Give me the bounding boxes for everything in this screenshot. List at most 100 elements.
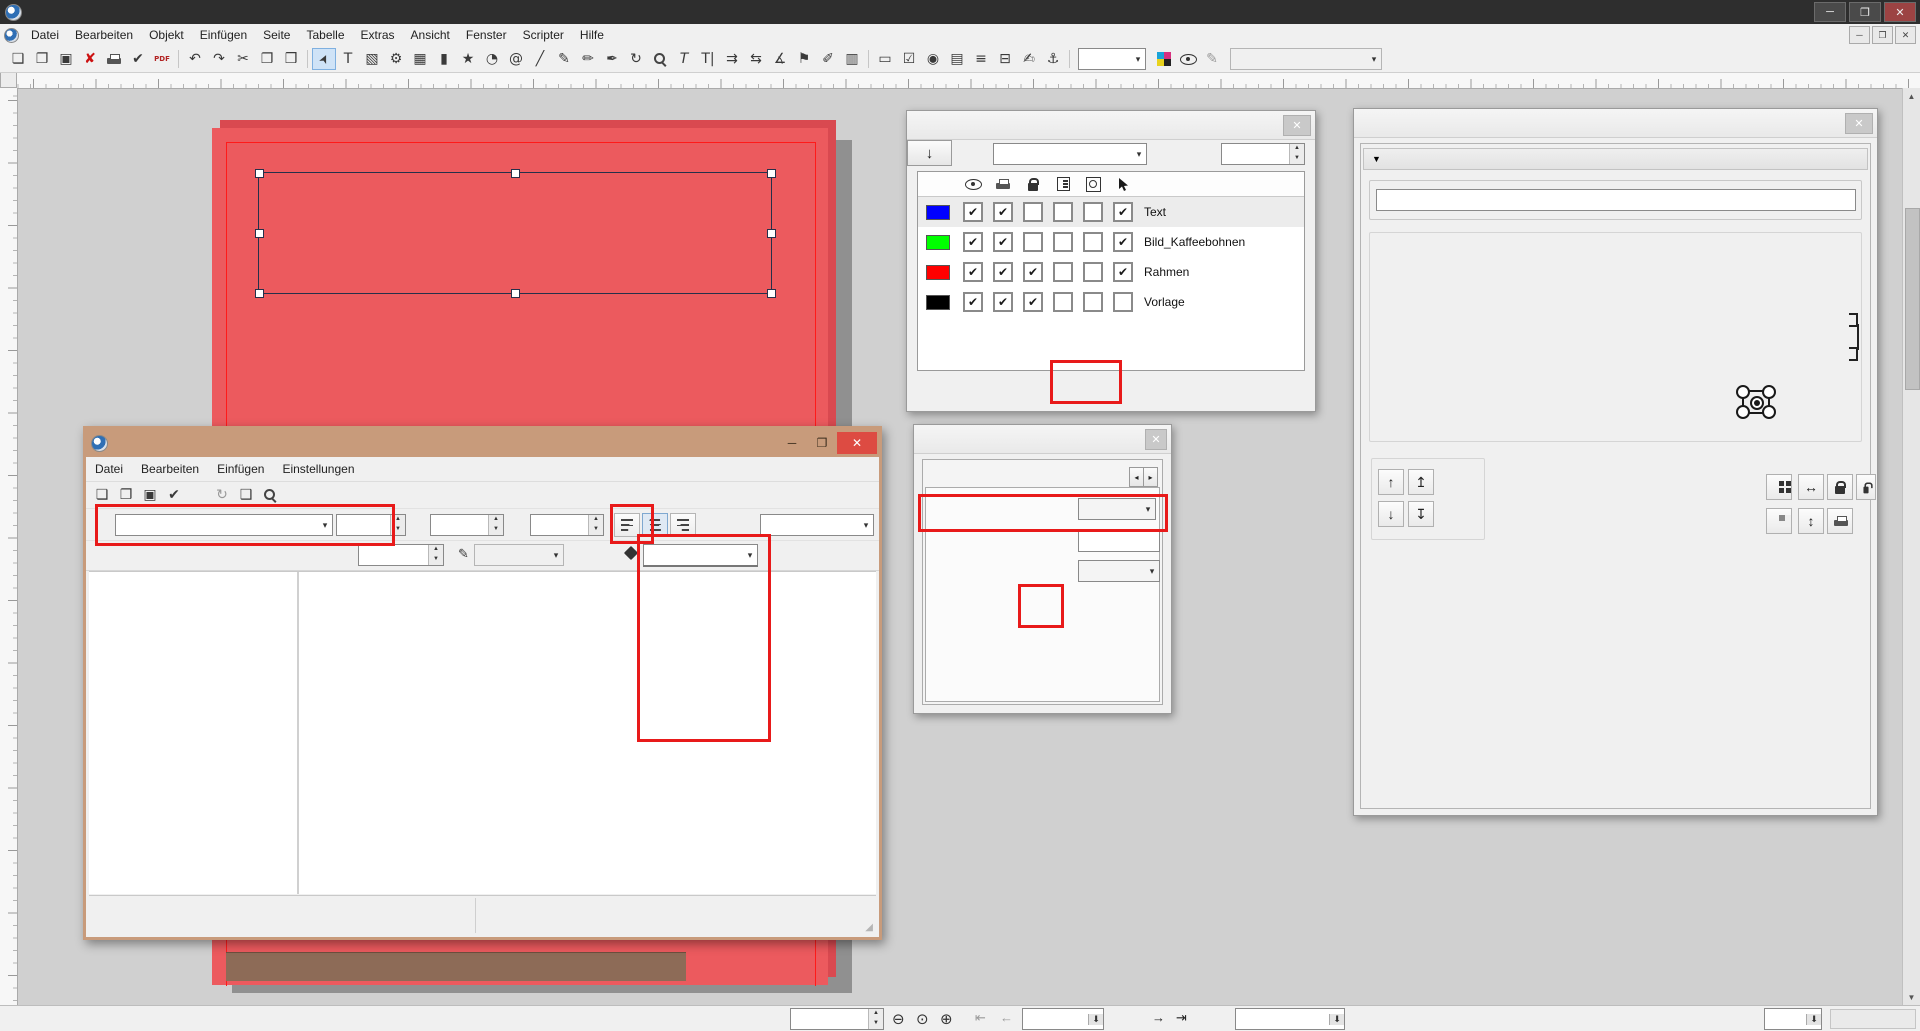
frame-handle[interactable] — [767, 169, 776, 178]
layer-textflow-checkbox[interactable] — [1053, 262, 1073, 282]
frame-handle[interactable] — [511, 289, 520, 298]
menu-item[interactable]: Fenster — [458, 26, 515, 44]
save-to-file-icon[interactable]: ▣ — [138, 484, 162, 506]
basepoint-bottomleft[interactable] — [1736, 405, 1750, 419]
spinner-arrows-icon[interactable]: ▲▼ — [428, 545, 443, 565]
scroll-down-icon[interactable]: ▼ — [1903, 989, 1920, 1005]
undo-icon[interactable]: ↶ — [183, 48, 207, 70]
search-replace-icon[interactable] — [258, 484, 282, 506]
last-page-icon[interactable]: ⇥ — [1176, 1010, 1187, 1026]
spinner-arrows-icon[interactable]: ▲▼ — [868, 1009, 883, 1029]
spinner-arrows-icon[interactable]: ▲▼ — [488, 515, 503, 535]
layer-row[interactable]: Vorlage — [918, 287, 1304, 317]
app-menu-icon[interactable] — [4, 28, 19, 43]
lock-object-button[interactable] — [1827, 474, 1853, 500]
layer-print-checkbox[interactable] — [993, 292, 1013, 312]
layers-table[interactable]: Text Bild_Kaffeebohnen — [917, 171, 1305, 371]
copy-icon[interactable]: ❐ — [255, 48, 279, 70]
basepoint-topleft[interactable] — [1736, 385, 1750, 399]
story-menu-item[interactable]: Datei — [86, 460, 132, 478]
blend-mode-select[interactable]: ▾ — [993, 143, 1147, 165]
close-icon[interactable]: ✕ — [1845, 113, 1873, 134]
insert-calligraphic-tool[interactable]: ✒ — [600, 48, 624, 70]
pdf-push-button-tool[interactable]: ▭ — [873, 48, 897, 70]
menu-item[interactable]: Hilfe — [572, 26, 612, 44]
group-objects-button[interactable] — [1766, 474, 1792, 500]
insert-text-frame-tool[interactable]: T — [336, 48, 360, 70]
menu-item[interactable]: Datei — [23, 26, 67, 44]
xyz-section-header[interactable]: ▼ — [1363, 148, 1868, 170]
layer-lock-checkbox[interactable] — [1023, 262, 1043, 282]
lower-layer-button[interactable]: ↓ — [907, 140, 952, 166]
frame-handle[interactable] — [767, 229, 776, 238]
lock-size-button[interactable] — [1856, 474, 1876, 500]
canvas-vertical-scrollbar[interactable]: ▲ ▼ — [1902, 88, 1920, 1005]
story-minimize-button[interactable]: ─ — [777, 432, 807, 454]
layers-dialog-titlebar[interactable]: ✕ — [907, 111, 1315, 140]
zoom-out-icon[interactable]: ⊖ — [892, 1010, 905, 1028]
edit-in-preview-toggle[interactable]: ✎ — [1200, 48, 1224, 70]
insert-arc-tool[interactable]: ◔ — [480, 48, 504, 70]
pdf-combo-box-tool[interactable]: ⊟ — [993, 48, 1017, 70]
update-text-frame-icon[interactable]: ❑ — [234, 484, 258, 506]
menu-item[interactable]: Tabelle — [298, 26, 352, 44]
scroll-up-icon[interactable]: ▲ — [1903, 88, 1920, 104]
frame-handle[interactable] — [511, 169, 520, 178]
ungroup-objects-button[interactable] — [1766, 508, 1792, 534]
select-item-tool[interactable]: ➤ — [312, 48, 336, 70]
mdi-close-button[interactable]: ✕ — [1895, 26, 1916, 44]
close-icon[interactable]: ✕ — [1145, 429, 1167, 450]
layer-select-checkbox[interactable] — [1113, 232, 1133, 252]
basepoint-selector[interactable] — [1736, 385, 1776, 419]
clear-all-text-icon[interactable]: ❏ — [90, 484, 114, 506]
layer-lock-checkbox[interactable] — [1023, 292, 1043, 312]
horizontal-ruler[interactable] — [17, 72, 1920, 89]
zoom-in-icon[interactable]: ⊕ — [940, 1010, 953, 1028]
first-page-icon[interactable]: ⇤ — [975, 1010, 986, 1026]
frame-handle[interactable] — [767, 289, 776, 298]
menu-item[interactable]: Ansicht — [403, 26, 458, 44]
layer-outline-checkbox[interactable] — [1083, 262, 1103, 282]
story-close-button[interactable]: ✕ — [837, 432, 877, 454]
edit-text-story-editor-tool[interactable]: T| — [696, 48, 720, 70]
raise-to-top-button[interactable]: ↥ — [1408, 469, 1434, 495]
preflight-verifier-icon[interactable]: ✔ — [126, 48, 150, 70]
selected-text-frame[interactable] — [258, 172, 772, 294]
story-menu-item[interactable]: Einstellungen — [273, 460, 363, 478]
layer-outline-checkbox[interactable] — [1083, 202, 1103, 222]
layer-name[interactable]: Rahmen — [1138, 265, 1189, 279]
pdf-link-tool[interactable]: ⚓ — [1041, 48, 1065, 70]
flip-horizontal-button[interactable]: ↔ — [1798, 474, 1824, 500]
frame-handle[interactable] — [255, 229, 264, 238]
layer-blend-mode-select[interactable]: ▾ — [1078, 48, 1146, 70]
update-text-frame-and-exit-icon[interactable]: ✔ — [162, 484, 186, 506]
tracking-spinner[interactable]: ▲▼ — [358, 544, 444, 566]
copy-item-properties-tool[interactable]: ⚑ — [792, 48, 816, 70]
opacity-spinner[interactable]: ▲▼ — [1221, 143, 1305, 165]
layer-textflow-checkbox[interactable] — [1053, 202, 1073, 222]
font-size-spinner[interactable]: ▲▼ — [336, 514, 406, 536]
insert-line-tool[interactable]: ╱ — [528, 48, 552, 70]
tab-scroll-left-icon[interactable]: ◂ — [1129, 467, 1144, 487]
close-icon[interactable]: ✕ — [1283, 115, 1311, 136]
layer-select-checkbox[interactable] — [1113, 202, 1133, 222]
previous-page-icon[interactable]: ← — [1000, 1010, 1013, 1025]
zoom-level-spinner[interactable]: ▲▼ — [790, 1008, 884, 1030]
exit-without-updating-icon[interactable] — [186, 484, 210, 506]
layer-name[interactable]: Text — [1138, 205, 1166, 219]
insert-freehand-tool[interactable]: ✏ — [576, 48, 600, 70]
mdi-minimize-button[interactable]: ─ — [1849, 26, 1870, 44]
vertical-scaling-spinner[interactable]: ▲▼ — [530, 514, 604, 536]
properties-titlebar[interactable]: ✕ — [1354, 109, 1877, 138]
layer-visible-checkbox[interactable] — [963, 262, 983, 282]
load-from-file-icon[interactable]: ❐ — [114, 484, 138, 506]
vision-defect-select[interactable]: ▾ — [1230, 48, 1382, 70]
cut-icon[interactable]: ✂ — [231, 48, 255, 70]
color-management-toggle[interactable] — [1152, 48, 1176, 70]
spinner-arrows-icon[interactable]: ▲▼ — [1289, 144, 1304, 164]
insert-table-tool[interactable]: ▦ — [408, 48, 432, 70]
open-document-icon[interactable]: ❐ — [30, 48, 54, 70]
frame-handle[interactable] — [255, 169, 264, 178]
zoom-tool[interactable] — [648, 48, 672, 70]
insert-image-frame-tool[interactable]: ▧ — [360, 48, 384, 70]
